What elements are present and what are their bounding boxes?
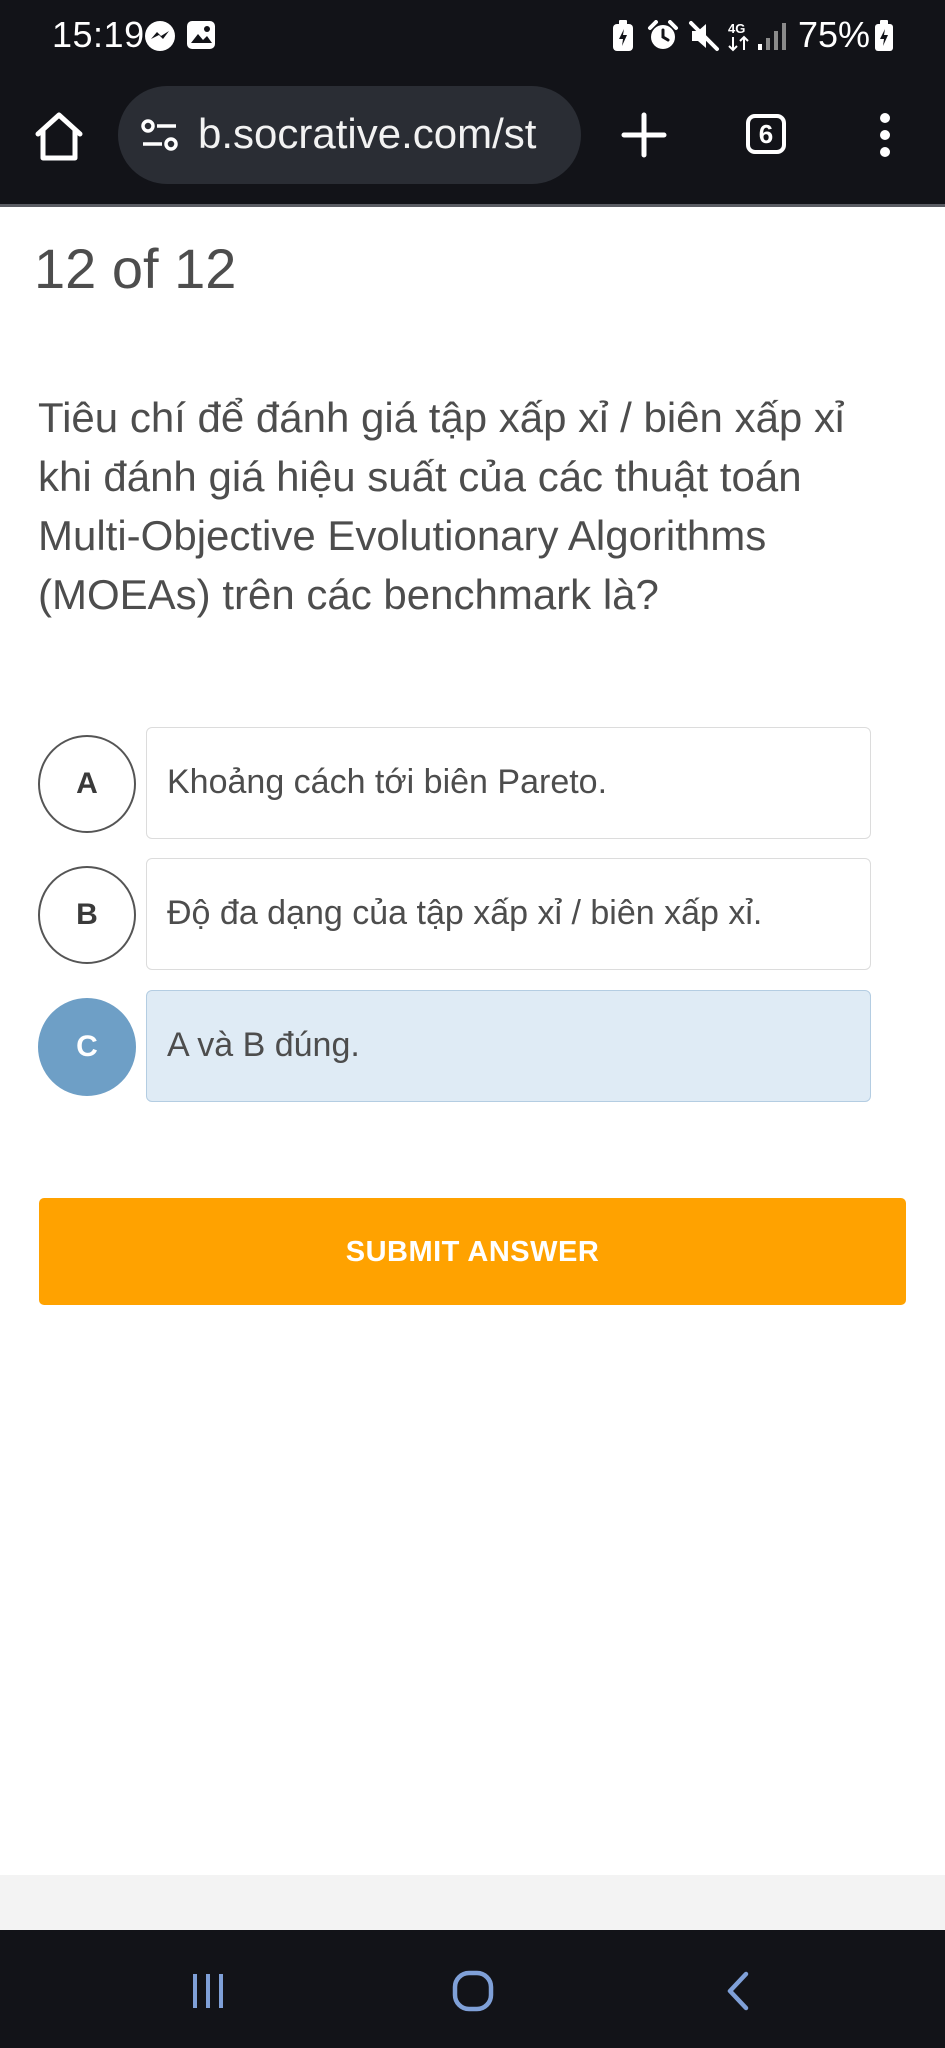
toolbar-divider bbox=[0, 204, 945, 207]
messenger-icon bbox=[145, 21, 175, 51]
site-settings-icon[interactable] bbox=[140, 118, 180, 152]
new-tab-icon[interactable] bbox=[621, 112, 667, 158]
battery-saver-icon bbox=[613, 20, 633, 51]
page-footer bbox=[0, 1875, 945, 1930]
answer-option-c[interactable]: C A và B đúng. bbox=[0, 990, 945, 1102]
network-4g-icon: 4G bbox=[728, 21, 749, 52]
option-text[interactable]: A và B đúng. bbox=[146, 990, 871, 1102]
status-time: 15:19 bbox=[52, 14, 145, 55]
mute-icon bbox=[689, 21, 719, 51]
more-menu-icon[interactable] bbox=[874, 112, 896, 158]
battery-icon bbox=[875, 20, 893, 51]
recent-apps-icon[interactable] bbox=[190, 1972, 226, 2010]
system-nav-bar bbox=[0, 1930, 945, 2048]
browser-toolbar: b.socrative.com/st 6 bbox=[0, 72, 945, 204]
question-text: Tiêu chí để đánh giá tập xấp xỉ / biên x… bbox=[38, 394, 845, 618]
answer-option-a[interactable]: A Khoảng cách tới biên Pareto. bbox=[0, 727, 945, 839]
home-nav-icon[interactable] bbox=[452, 1970, 494, 2012]
address-bar[interactable]: b.socrative.com/st bbox=[118, 86, 581, 184]
option-text[interactable]: Độ đa dạng của tập xấp xỉ / biên xấp xỉ. bbox=[146, 858, 871, 970]
status-bar: 15:19 4G 75% bbox=[0, 0, 945, 72]
answer-option-b[interactable]: B Độ đa dạng của tập xấp xỉ / biên xấp x… bbox=[0, 858, 945, 970]
option-text[interactable]: Khoảng cách tới biên Pareto. bbox=[146, 727, 871, 839]
option-letter-badge[interactable]: A bbox=[38, 735, 136, 833]
tab-count: 6 bbox=[758, 119, 774, 149]
svg-text:4G: 4G bbox=[728, 21, 745, 36]
gallery-icon bbox=[187, 21, 215, 49]
option-letter-badge[interactable]: B bbox=[38, 866, 136, 964]
home-icon[interactable] bbox=[32, 110, 86, 164]
tab-switcher-icon[interactable]: 6 bbox=[746, 114, 786, 154]
signal-icon bbox=[758, 23, 786, 50]
battery-percentage: 75% bbox=[798, 14, 871, 55]
back-icon[interactable] bbox=[724, 1970, 752, 2012]
url-text[interactable]: b.socrative.com/st bbox=[198, 110, 570, 158]
question-counter: 12 of 12 bbox=[34, 237, 237, 300]
submit-answer-button[interactable]: SUBMIT ANSWER bbox=[39, 1198, 906, 1305]
option-letter-badge[interactable]: C bbox=[38, 998, 136, 1096]
alarm-icon bbox=[648, 20, 678, 49]
